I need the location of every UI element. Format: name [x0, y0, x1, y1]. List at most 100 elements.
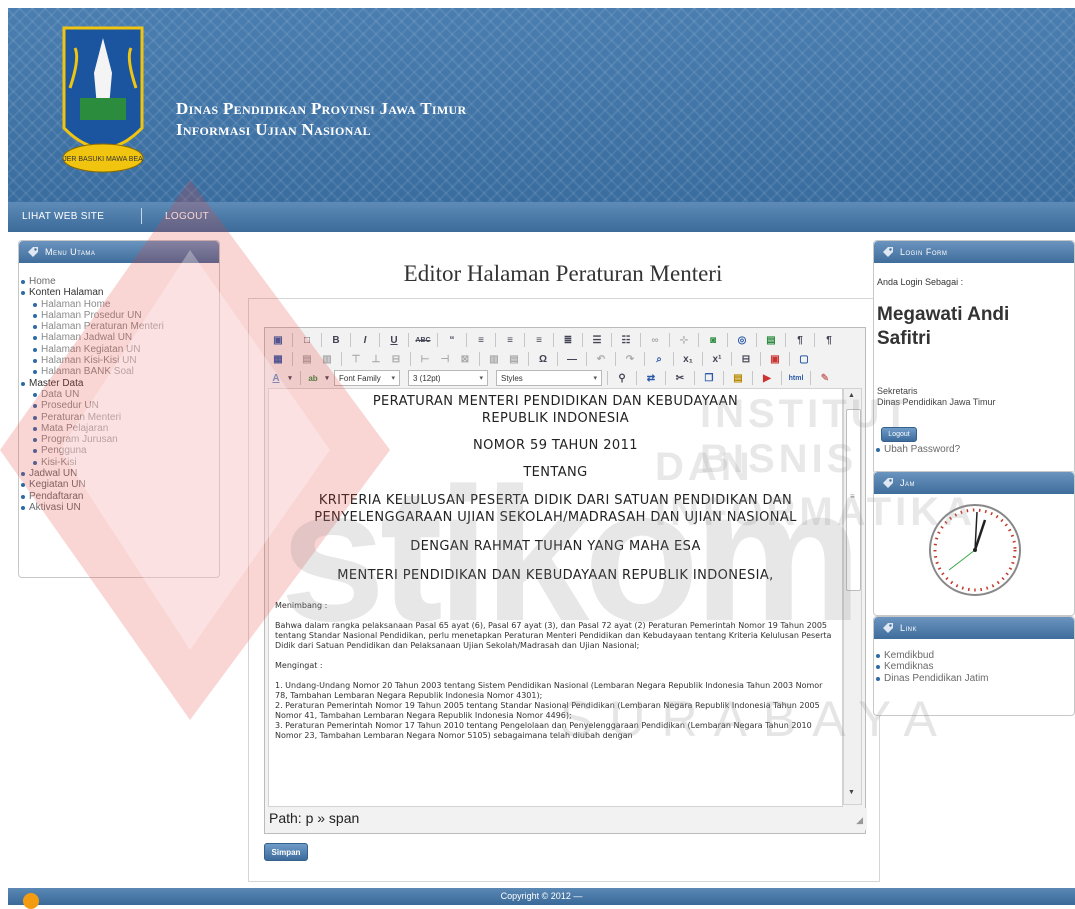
font-color-icon[interactable]: A — [269, 369, 283, 387]
nav-logout-link[interactable]: Logout — [165, 211, 209, 222]
page-break-icon[interactable]: ⊟ — [737, 350, 755, 368]
align-center-icon[interactable]: ≡ — [501, 331, 519, 349]
special-char-icon[interactable]: Ω — [534, 350, 552, 368]
save-icon[interactable]: ▣ — [269, 331, 287, 349]
nav-lihat-website-link[interactable]: Lihat Web Site — [22, 211, 104, 222]
unlink-icon[interactable]: ⊹ — [675, 331, 693, 349]
italic-icon[interactable]: I — [356, 331, 374, 349]
chevron-down-icon[interactable]: ▾ — [285, 369, 295, 387]
chevron-down-icon[interactable]: ▾ — [322, 369, 332, 387]
superscript-icon[interactable]: x¹ — [708, 350, 726, 368]
col-after-icon[interactable]: ⊣ — [436, 350, 454, 368]
sidebar-item[interactable]: Aktivasi UN — [19, 502, 219, 513]
sidebar-item[interactable]: Halaman Kegiatan UN — [19, 344, 219, 355]
undo-icon[interactable]: ↶ — [592, 350, 610, 368]
link-dinas-pendidikan-jatim[interactable]: Dinas Pendidikan Jatim — [874, 673, 1074, 684]
font-size-select[interactable]: 3 (12pt) ▾ — [408, 370, 488, 386]
cut-icon[interactable]: ✂ — [671, 369, 689, 387]
sidebar-item[interactable]: Halaman BANK Soal — [19, 366, 219, 377]
sidebar-item[interactable]: Kisi-Kisi — [19, 457, 219, 468]
sidebar-item[interactable]: Halaman Peraturan Menteri — [19, 321, 219, 332]
sidebar-item[interactable]: Kegiatan UN — [19, 479, 219, 490]
scroll-up-icon[interactable]: ▲ — [848, 392, 855, 399]
redo-icon[interactable]: ↷ — [621, 350, 639, 368]
highlight-color-icon[interactable]: ab — [306, 369, 320, 387]
strikethrough-icon[interactable]: ABC — [414, 331, 432, 349]
table-row-icon[interactable]: ▤ — [298, 350, 316, 368]
merge-cells-icon[interactable]: ▤ — [505, 350, 523, 368]
row-after-icon[interactable]: ⊥ — [367, 350, 385, 368]
toolbar-separator — [300, 371, 301, 385]
toolbar-separator — [760, 352, 761, 366]
table-cell-icon[interactable]: ▥ — [318, 350, 336, 368]
sidebar-item[interactable]: Prosedur UN — [19, 400, 219, 411]
change-password-link[interactable]: Ubah Password? — [874, 444, 960, 455]
save-button[interactable]: Simpan — [264, 843, 308, 861]
sidebar-item[interactable]: Jadwal UN — [19, 468, 219, 479]
link-icon[interactable]: ∞ — [646, 331, 664, 349]
sidebar-item[interactable]: Master Data — [19, 378, 219, 389]
ltr-icon[interactable]: ¶ — [791, 331, 809, 349]
sidebar-item[interactable]: Peraturan Menteri — [19, 412, 219, 423]
youtube-icon[interactable]: ▶ — [758, 369, 776, 387]
scrollbar-thumb[interactable]: ≡ — [846, 409, 861, 591]
col-before-icon[interactable]: ⊢ — [416, 350, 434, 368]
logout-button[interactable]: Logout — [881, 427, 917, 442]
help-icon[interactable]: ◎ — [733, 331, 751, 349]
styles-select[interactable]: Styles ▾ — [496, 370, 602, 386]
link-kemdikbud[interactable]: Kemdikbud — [874, 650, 1074, 661]
delete-col-icon[interactable]: ⊠ — [456, 350, 474, 368]
split-cells-icon[interactable]: ▥ — [485, 350, 503, 368]
sidebar-item[interactable]: Pengguna — [19, 445, 219, 456]
media-icon[interactable]: ▤ — [762, 331, 780, 349]
rtl-icon[interactable]: ¶ — [820, 331, 838, 349]
sidebar-item[interactable]: Halaman Prosedur UN — [19, 310, 219, 321]
subscript-icon[interactable]: x₁ — [679, 350, 697, 368]
sidebar-item[interactable]: Halaman Home — [19, 299, 219, 310]
bullet-list-icon[interactable]: ☰ — [588, 331, 606, 349]
toolbar-separator — [292, 352, 293, 366]
horizontal-rule-icon[interactable]: — — [563, 350, 581, 368]
scroll-down-icon[interactable]: ▼ — [848, 789, 855, 796]
sidebar-item[interactable]: Konten Halaman — [19, 287, 219, 298]
html-source-icon[interactable]: html — [787, 369, 805, 387]
copy-icon[interactable]: ❐ — [700, 369, 718, 387]
blockquote-icon[interactable]: “ — [443, 331, 461, 349]
sidebar-item[interactable]: Home — [19, 276, 219, 287]
align-right-icon[interactable]: ≡ — [530, 331, 548, 349]
search-icon[interactable]: ⚲ — [613, 369, 631, 387]
editor-scrollbar[interactable]: ▲ ≡ ▼ — [843, 388, 862, 805]
align-left-icon[interactable]: ≡ — [472, 331, 490, 349]
bold-icon[interactable]: B — [327, 331, 345, 349]
rss-icon[interactable] — [23, 893, 39, 909]
image-icon[interactable]: ◙ — [704, 331, 722, 349]
replace-icon[interactable]: ⇄ — [642, 369, 660, 387]
sidebar-item[interactable]: Program Jurusan — [19, 434, 219, 445]
new-document-icon[interactable]: □ — [298, 331, 316, 349]
link-kemdiknas[interactable]: Kemdiknas — [874, 661, 1074, 672]
font-family-select[interactable]: Font Family ▾ — [334, 370, 400, 386]
underline-icon[interactable]: U — [385, 331, 403, 349]
toolbar-separator — [731, 352, 732, 366]
template-icon[interactable]: ▣ — [766, 350, 784, 368]
delete-row-icon[interactable]: ⊟ — [387, 350, 405, 368]
insert-table-icon[interactable]: ▦ — [269, 350, 287, 368]
numbered-list-icon[interactable]: ☷ — [617, 331, 635, 349]
sidebar-item[interactable]: Halaman Jadwal UN — [19, 332, 219, 343]
editor-document-area[interactable]: PERATURAN MENTERI PENDIDIKAN DAN KEBUDAY… — [268, 388, 843, 807]
site-title-line2: Informasi Ujian Nasional — [176, 120, 371, 139]
sidebar-item[interactable]: Data UN — [19, 389, 219, 400]
main-menu-title: Menu Utama — [45, 247, 96, 257]
row-before-icon[interactable]: ⊤ — [347, 350, 365, 368]
sidebar-item[interactable]: Mata Pelajaran — [19, 423, 219, 434]
cleanup-icon[interactable]: ✎ — [816, 369, 834, 387]
toolbar-separator — [410, 352, 411, 366]
toolbar-separator — [466, 333, 467, 347]
sidebar-item[interactable]: Halaman Kisi-Kisi UN — [19, 355, 219, 366]
align-justify-icon[interactable]: ≣ — [559, 331, 577, 349]
resize-handle-icon[interactable]: ◢ — [856, 810, 863, 830]
paste-icon[interactable]: ▤ — [729, 369, 747, 387]
preview-icon[interactable]: ▢ — [795, 350, 813, 368]
sidebar-item[interactable]: Pendaftaran — [19, 491, 219, 502]
find-icon[interactable]: ⌕ — [650, 350, 668, 368]
